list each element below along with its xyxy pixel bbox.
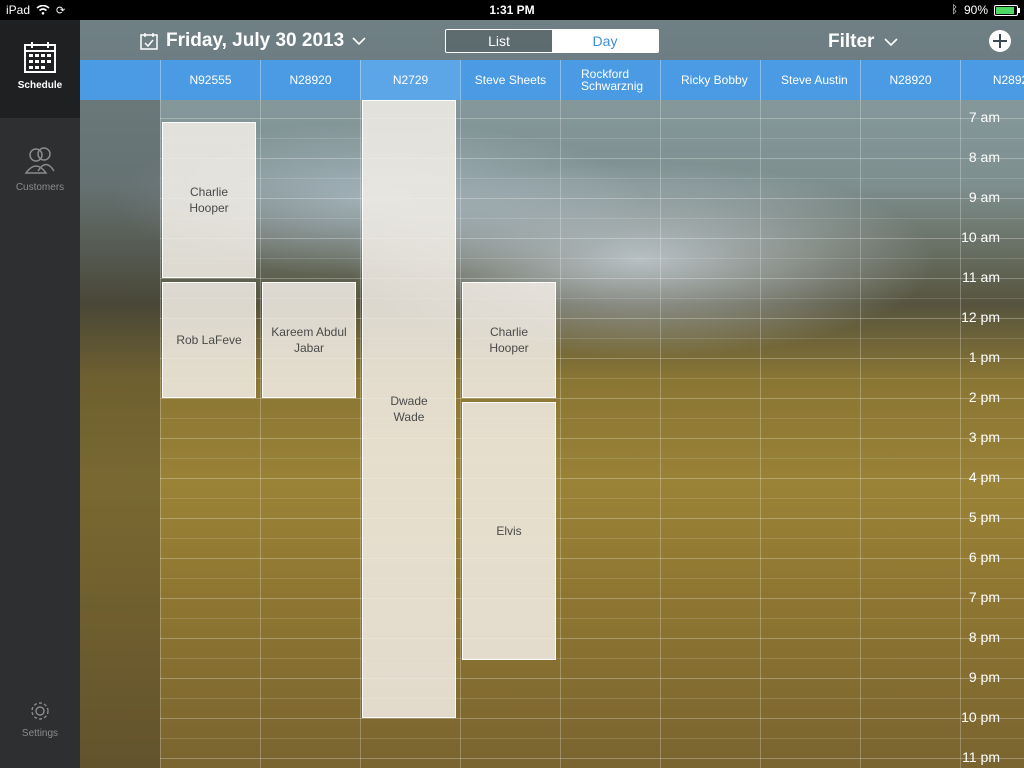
half-hour-gridline xyxy=(160,418,1024,419)
column-header[interactable]: Ricky Bobby xyxy=(660,60,760,100)
battery-percent: 90% xyxy=(963,3,988,17)
half-hour-gridline xyxy=(160,218,1024,219)
hour-gridline xyxy=(160,238,1024,239)
customers-icon xyxy=(24,147,55,174)
hour-gridline xyxy=(160,118,1024,119)
filter-label: Filter xyxy=(828,31,875,52)
hour-gridline xyxy=(160,518,1024,519)
column-gridline xyxy=(560,100,561,768)
time-label: 7 am xyxy=(968,109,1000,125)
column-gridline xyxy=(760,100,761,768)
time-label: 11 pm xyxy=(962,749,1000,765)
column-gridline xyxy=(360,100,361,768)
half-hour-gridline xyxy=(160,698,1024,699)
column-gridline xyxy=(860,100,861,768)
date-picker[interactable]: Friday, July 30 2013 xyxy=(140,30,366,52)
battery-icon xyxy=(994,4,1020,16)
schedule-main: Friday, July 30 2013 List Day Filter N92… xyxy=(80,20,1024,768)
half-hour-gridline xyxy=(160,618,1024,619)
column-header[interactable]: Steve Sheets xyxy=(460,60,560,100)
hour-gridline xyxy=(160,638,1024,639)
column-gridline xyxy=(460,100,461,768)
view-switcher: List Day xyxy=(445,29,659,53)
calendar-check-icon xyxy=(140,33,158,50)
hour-gridline xyxy=(160,718,1024,719)
column-header[interactable]: Rockford Schwarznig xyxy=(560,60,660,100)
calendar-icon xyxy=(24,42,56,73)
time-label: 9 pm xyxy=(968,669,1000,685)
time-label: 8 am xyxy=(968,149,1000,165)
half-hour-gridline xyxy=(160,538,1024,539)
bluetooth-icon: ᛒ xyxy=(951,4,958,16)
column-header[interactable]: N28920 xyxy=(860,60,960,100)
hour-gridline xyxy=(160,398,1024,399)
sidebar-item-label: Settings xyxy=(21,728,59,739)
column-header[interactable]: N2729 xyxy=(360,60,460,100)
sidebar-item-label: Customers xyxy=(15,182,65,193)
filter-button[interactable]: Filter xyxy=(828,31,899,53)
time-label: 12 pm xyxy=(961,309,1000,325)
time-label: 5 pm xyxy=(968,509,1000,525)
appointment-card[interactable]: Charlie Hooper xyxy=(162,122,256,278)
time-label: 2 pm xyxy=(968,389,1000,405)
gear-icon xyxy=(31,702,49,720)
column-gridline xyxy=(960,100,961,768)
half-hour-gridline xyxy=(160,578,1024,579)
add-icon[interactable] xyxy=(988,29,1012,53)
time-label: 10 am xyxy=(961,229,1000,245)
half-hour-gridline xyxy=(160,738,1024,739)
hour-gridline xyxy=(160,758,1024,759)
hour-gridline xyxy=(160,598,1024,599)
hour-gridline xyxy=(160,158,1024,159)
status-time: 1:31 PM xyxy=(489,3,535,17)
sidebar-item-customers[interactable]: Customers xyxy=(0,126,80,224)
sidebar: Schedule Customers Settings xyxy=(0,20,80,768)
toolbar: Friday, July 30 2013 List Day Filter xyxy=(80,20,1024,60)
hour-gridline xyxy=(160,198,1024,199)
date-label: Friday, July 30 2013 xyxy=(166,30,345,51)
time-label: 1 pm xyxy=(968,349,1000,365)
hour-gridline xyxy=(160,478,1024,479)
half-hour-gridline xyxy=(160,178,1024,179)
time-label: 9 am xyxy=(968,189,1000,205)
column-header[interactable]: Steve Austin xyxy=(760,60,860,100)
hour-gridline xyxy=(160,558,1024,559)
hour-gridline xyxy=(160,438,1024,439)
appointment-card[interactable]: Charlie Hooper xyxy=(462,282,556,398)
half-hour-gridline xyxy=(160,658,1024,659)
sidebar-item-schedule[interactable]: Schedule xyxy=(0,20,80,118)
appointment-card[interactable]: Dwade Wade xyxy=(362,100,456,718)
status-bar: iPad ⟳ 1:31 PM ᛒ 90% xyxy=(0,0,1024,20)
time-label: 4 pm xyxy=(968,469,1000,485)
column-gridline xyxy=(260,100,261,768)
chevron-down-icon xyxy=(884,38,899,46)
time-column xyxy=(80,100,160,768)
appointment-card[interactable]: Kareem Abdul Jabar xyxy=(262,282,356,398)
hour-gridline xyxy=(160,278,1024,279)
appointment-card[interactable]: Rob LaFeve xyxy=(162,282,256,398)
tab-day[interactable]: Day xyxy=(552,30,658,52)
column-header[interactable]: N2892 xyxy=(960,60,1024,100)
time-label: 7 pm xyxy=(968,589,1000,605)
appointment-card[interactable]: Elvis xyxy=(462,402,556,660)
column-gridline xyxy=(160,100,161,768)
hour-gridline xyxy=(160,678,1024,679)
sidebar-item-settings[interactable]: Settings xyxy=(0,688,80,748)
column-header[interactable]: N92555 xyxy=(160,60,260,100)
half-hour-gridline xyxy=(160,138,1024,139)
column-header[interactable]: N28920 xyxy=(260,60,360,100)
half-hour-gridline xyxy=(160,458,1024,459)
time-label: 6 pm xyxy=(968,549,1000,565)
half-hour-gridline xyxy=(160,498,1024,499)
time-label: 8 pm xyxy=(968,629,1000,645)
time-label: 3 pm xyxy=(968,429,1000,445)
column-gridline xyxy=(660,100,661,768)
sidebar-item-label: Schedule xyxy=(17,80,63,91)
tab-list[interactable]: List xyxy=(446,30,552,52)
half-hour-gridline xyxy=(160,258,1024,259)
chevron-down-icon xyxy=(352,37,366,45)
time-label: 10 pm xyxy=(961,709,1000,725)
column-header-bar: N92555 N28920 N2729 Steve Sheets Rockfor… xyxy=(80,60,1024,100)
time-label: 11 am xyxy=(962,269,1000,285)
